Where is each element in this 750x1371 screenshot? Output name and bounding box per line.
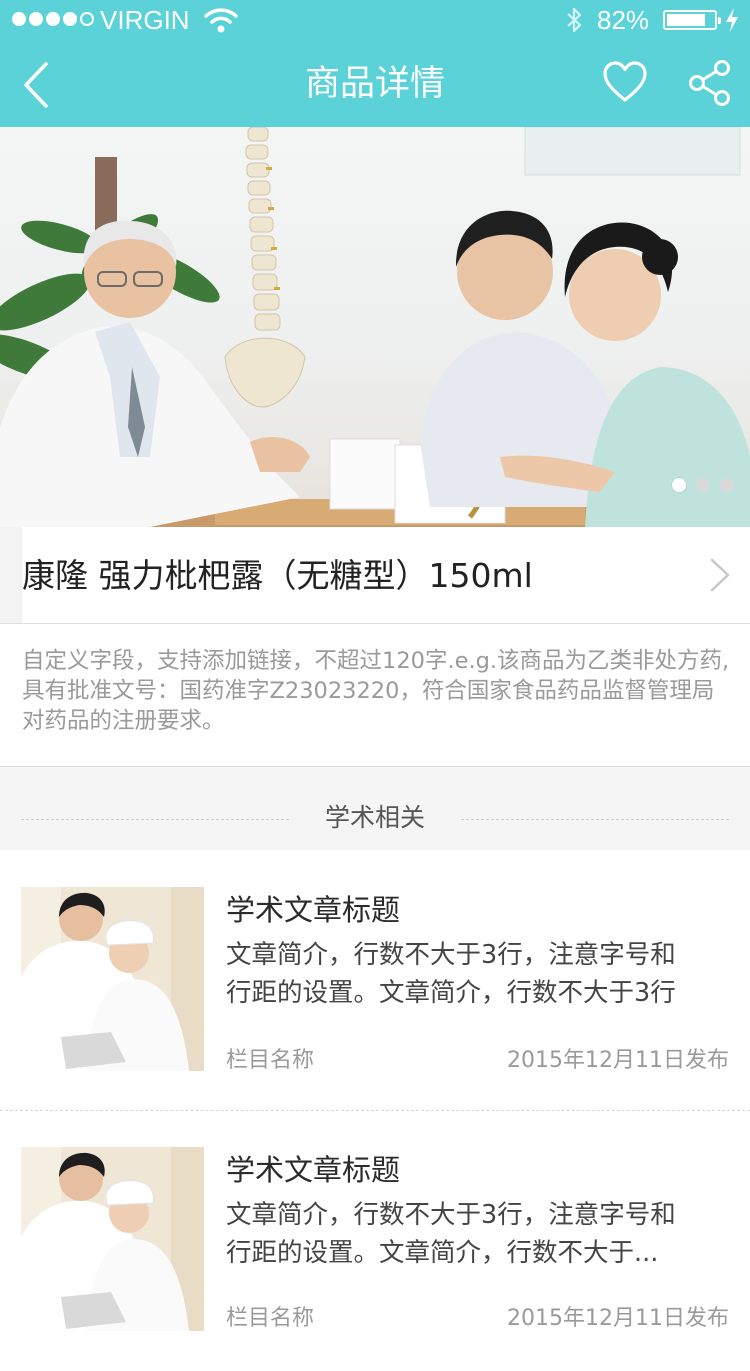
- article-summary: 文章简介，行数不大于3行，注意字号和 行距的设置。文章简介，行数不大于...: [226, 1200, 676, 1268]
- article-item[interactable]: 学术文章标题 文章简介，行数不大于3行，注意字号和 行距的设置。文章简介，行数不…: [0, 1111, 750, 1371]
- section-dash-right: [461, 819, 729, 820]
- article-thumbnail: [21, 1147, 204, 1331]
- charging-icon: [726, 8, 738, 32]
- signal-strength-icon: [12, 12, 94, 28]
- chevron-right-icon: [710, 558, 730, 592]
- article-item[interactable]: 学术文章标题 文章简介，行数不大于3行，注意字号和 行距的设置。文章简介，行数不…: [0, 850, 750, 1110]
- section-title: 学术相关: [324, 803, 425, 832]
- top-bar: VIRGIN 82% 商品详情: [0, 0, 750, 127]
- product-name-row[interactable]: 康隆 强力枇杷露（无糖型）150ml: [0, 527, 750, 624]
- carousel-dot[interactable]: [720, 478, 734, 492]
- article-thumbnail: [21, 887, 204, 1071]
- battery-icon: [663, 10, 721, 30]
- product-hero-image[interactable]: [0, 127, 750, 527]
- heart-icon[interactable]: [602, 60, 648, 104]
- carousel-indicator[interactable]: [672, 478, 734, 492]
- section-header: 学术相关: [0, 766, 750, 851]
- carrier-name: VIRGIN: [100, 5, 190, 35]
- carousel-dot[interactable]: [672, 478, 686, 492]
- product-name: 康隆 强力枇杷露（无糖型）150ml: [22, 556, 533, 595]
- article-summary: 文章简介，行数不大于3行，注意字号和 行距的设置。文章简介，行数不大于3行: [226, 940, 676, 1008]
- row-accent-bar: [0, 527, 22, 624]
- article-column[interactable]: 栏目名称: [226, 1304, 314, 1334]
- article-date: 2015年12月11日发布: [507, 1048, 729, 1073]
- wifi-icon: [204, 8, 238, 33]
- product-custom-field[interactable]: 自定义字段，支持添加链接，不超过120字.e.g.该商品为乙类非处方药,具有批准…: [22, 646, 734, 736]
- article-title: 学术文章标题: [226, 893, 401, 927]
- divider: [0, 623, 750, 624]
- article-column[interactable]: 栏目名称: [226, 1046, 314, 1076]
- carousel-dot[interactable]: [696, 478, 710, 492]
- bluetooth-icon: [567, 7, 582, 33]
- article-date: 2015年12月11日发布: [507, 1306, 729, 1331]
- battery-percent: 82%: [597, 5, 650, 35]
- share-icon[interactable]: [688, 60, 732, 106]
- article-title: 学术文章标题: [226, 1153, 401, 1187]
- status-bar: VIRGIN 82%: [0, 0, 750, 40]
